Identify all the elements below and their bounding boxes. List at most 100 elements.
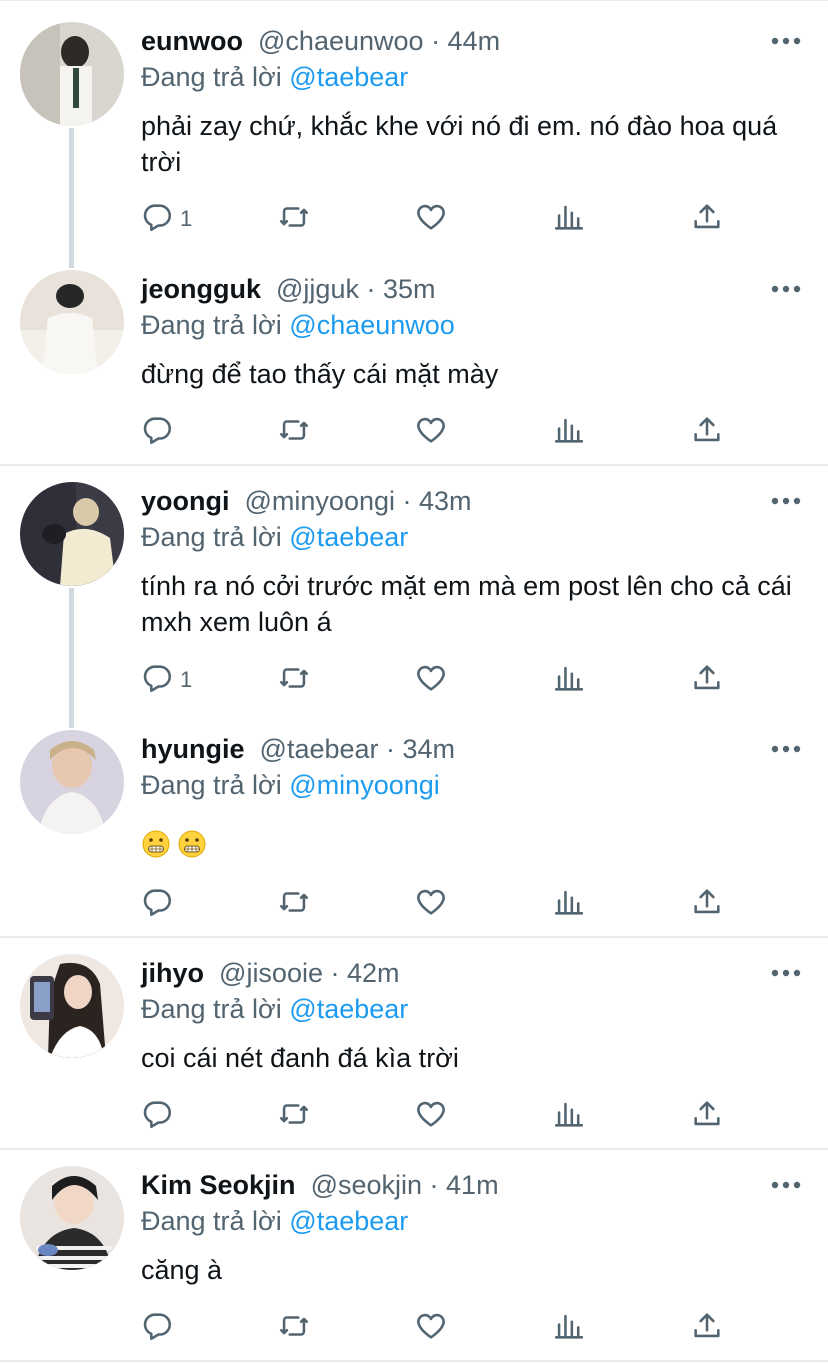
more-icon[interactable] [770,1178,802,1190]
reply-button[interactable]: 1 [140,201,192,237]
analytics-button[interactable] [552,1310,586,1346]
retweet-button[interactable] [277,1310,311,1346]
retweet-button[interactable] [277,414,311,450]
tweet-text: căng à [141,1255,223,1285]
analytics-icon [552,661,586,700]
user-name[interactable]: jeongguk [141,274,261,304]
analytics-button[interactable] [552,414,586,450]
tweet-text: tính ra nó cởi trước mặt em mà em post l… [141,571,792,637]
more-icon[interactable] [770,34,802,46]
share-button[interactable] [690,1310,724,1346]
mention-link[interactable]: @minyoongi [289,770,439,800]
avatar[interactable] [20,730,124,834]
user-handle[interactable]: @taebear [260,734,379,764]
tweet-reply[interactable]: jihyo @jisooie · 42m Đang trả lời @taebe… [0,938,828,1148]
timestamp[interactable]: · 44m [431,26,500,56]
tweet-reply[interactable]: hyungie @taebear · 34m Đang trả lời @min… [0,722,828,936]
reply-icon [140,885,174,924]
tweet-reply[interactable]: jeongguk @jjguk · 35m Đang trả lời @chae… [0,262,828,464]
user-handle[interactable]: @jjguk [276,274,359,304]
user-name[interactable]: hyungie [141,734,245,764]
like-button[interactable] [414,1098,448,1134]
analytics-icon [552,200,586,239]
tweet-reply[interactable]: eunwoo @chaeunwoo · 44m Đang trả lời @ta… [0,0,828,262]
user-name[interactable]: yoongi [141,486,230,516]
replying-to: Đang trả lời @minyoongi [141,768,440,802]
timestamp[interactable]: · 42m [331,958,400,988]
mention-link[interactable]: @taebear [289,62,408,92]
like-button[interactable] [414,662,448,698]
reply-button[interactable] [140,1310,180,1346]
analytics-icon [552,885,586,924]
more-icon[interactable] [770,494,802,506]
like-icon [414,413,448,452]
reply-icon [140,1097,174,1136]
share-icon [690,1309,724,1348]
user-handle[interactable]: @jisooie [219,958,323,988]
more-icon[interactable] [770,742,802,754]
like-button[interactable] [414,1310,448,1346]
replying-to-label: Đang trả lời [141,310,282,340]
like-icon [414,200,448,239]
user-name[interactable]: jihyo [141,958,204,988]
share-icon [690,661,724,700]
retweet-icon [277,661,311,700]
replying-to: Đang trả lời @taebear [141,60,408,94]
mention-link[interactable]: @taebear [289,994,408,1024]
share-button[interactable] [690,886,724,922]
mention-link[interactable]: @taebear [289,1206,408,1236]
reply-button[interactable] [140,1098,180,1134]
retweet-button[interactable] [277,662,311,698]
reply-button[interactable]: 1 [140,662,192,698]
user-name[interactable]: Kim Seokjin [141,1170,296,1200]
more-icon[interactable] [770,282,802,294]
like-button[interactable] [414,886,448,922]
share-icon [690,413,724,452]
timestamp[interactable]: · 35m [366,274,435,304]
avatar[interactable] [20,22,124,126]
timestamp[interactable]: · 34m [386,734,455,764]
retweet-button[interactable] [277,1098,311,1134]
tweet-reply[interactable]: Kim Seokjin @seokjin · 41m Đang trả lời … [0,1150,828,1362]
mention-link[interactable]: @chaeunwoo [289,310,455,340]
replying-to-label: Đang trả lời [141,770,282,800]
like-button[interactable] [414,414,448,450]
analytics-button[interactable] [552,1098,586,1134]
replying-to: Đang trả lời @taebear [141,992,408,1026]
share-button[interactable] [690,414,724,450]
retweet-button[interactable] [277,201,311,237]
analytics-icon [552,1097,586,1136]
replying-to-label: Đang trả lời [141,994,282,1024]
analytics-button[interactable] [552,201,586,237]
tweet-reply[interactable]: yoongi @minyoongi · 43m Đang trả lời @ta… [0,466,828,722]
user-handle[interactable]: @minyoongi [245,486,395,516]
analytics-button[interactable] [552,886,586,922]
retweet-icon [277,1097,311,1136]
reply-button[interactable] [140,886,180,922]
avatar[interactable] [20,482,124,586]
like-icon [414,1097,448,1136]
user-name[interactable]: eunwoo [141,26,243,56]
timestamp[interactable]: · 41m [430,1170,499,1200]
user-handle[interactable]: @chaeunwoo [258,26,424,56]
reply-icon [140,413,174,452]
more-icon[interactable] [770,966,802,978]
like-icon [414,885,448,924]
reply-button[interactable] [140,414,180,450]
share-button[interactable] [690,662,724,698]
share-button[interactable] [690,1098,724,1134]
avatar[interactable] [20,954,124,1058]
user-handle[interactable]: @seokjin [311,1170,422,1200]
retweet-button[interactable] [277,886,311,922]
like-button[interactable] [414,201,448,237]
analytics-icon [552,413,586,452]
avatar[interactable] [20,270,124,374]
analytics-button[interactable] [552,662,586,698]
timestamp[interactable]: · 43m [403,486,472,516]
avatar[interactable] [20,1166,124,1270]
share-icon [690,885,724,924]
like-icon [414,661,448,700]
share-button[interactable] [690,201,724,237]
mention-link[interactable]: @taebear [289,522,408,552]
reply-icon [140,200,174,239]
